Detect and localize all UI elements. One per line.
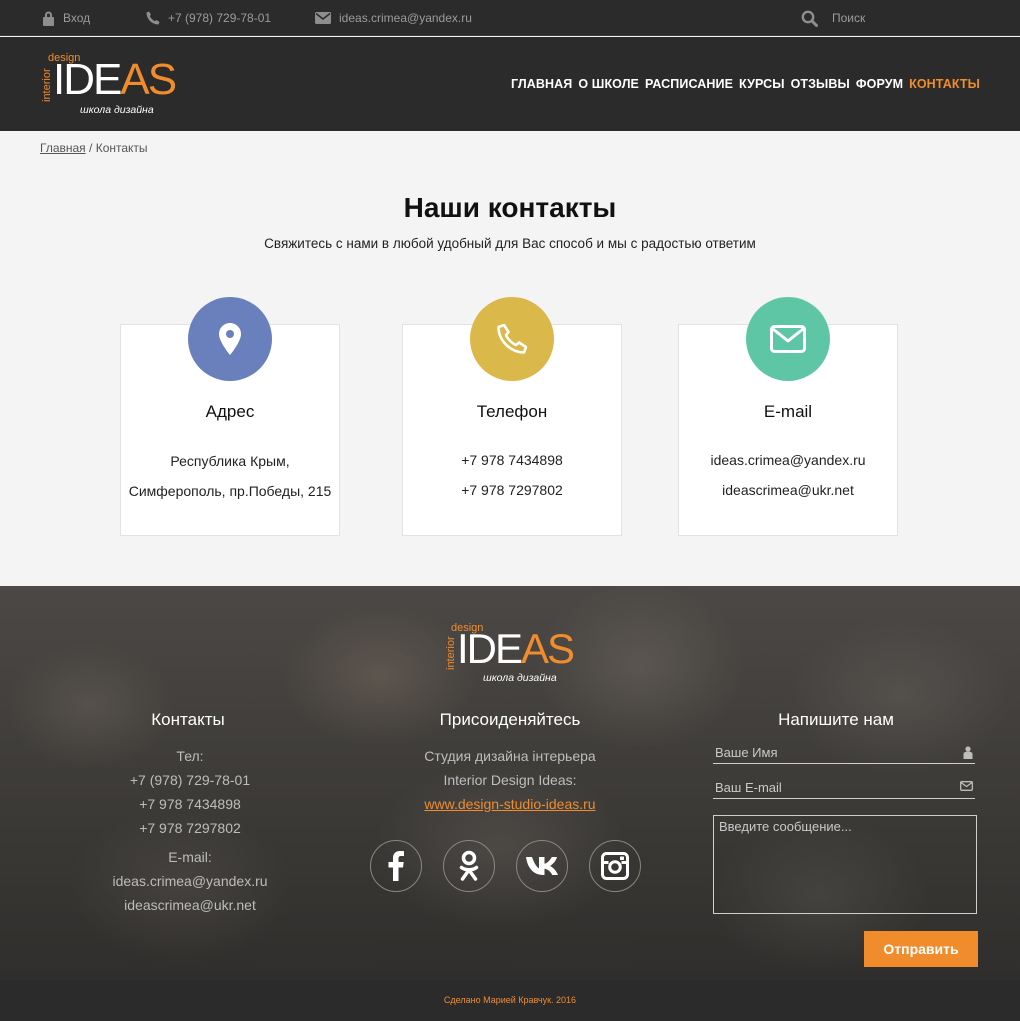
footer-join-line-2: Interior Design Ideas: <box>443 772 577 788</box>
copyright-bar: Сделано Марией Кравчук. 2016 <box>0 980 1020 1021</box>
vk-icon <box>526 857 558 875</box>
facebook-icon <box>388 851 404 881</box>
phone-line-2: +7 978 7297802 <box>461 482 563 498</box>
phone-line-1: +7 978 7434898 <box>461 452 563 468</box>
address-card-title: Адрес <box>205 402 255 421</box>
topbar-email-label: ideas.crimea@yandex.ru <box>339 11 472 25</box>
nav-item-1[interactable]: О ШКОЛЕ <box>578 77 639 91</box>
footer-form-title: Напишите нам <box>778 710 894 729</box>
name-field <box>713 742 975 764</box>
lock-icon <box>43 11 54 26</box>
page-title: Наши контакты <box>403 192 617 223</box>
message-textarea[interactable] <box>713 815 977 914</box>
breadcrumb-separator: / <box>89 141 93 155</box>
topbar-email[interactable]: ideas.crimea@yandex.ru <box>315 0 472 36</box>
odnoklassniki-button[interactable] <box>443 840 495 892</box>
envelope-icon <box>770 325 806 353</box>
nav-item-2[interactable]: РАСПИСАНИЕ <box>645 77 733 91</box>
breadcrumb-current: Контакты <box>95 141 148 155</box>
footer-logo-as: AS <box>521 625 575 672</box>
nav-item-3[interactable]: КУРСЫ <box>739 77 785 91</box>
logo-interior-text: interior <box>41 68 53 102</box>
site-logo[interactable]: design interior IDEAS школа дизайна <box>40 52 177 118</box>
email-line-2: ideascrimea@ukr.net <box>722 482 854 498</box>
footer-join-link-wrap: www.design-studio-ideas.ru <box>380 796 640 812</box>
main-nav: ГЛАВНАЯ О ШКОЛЕ РАСПИСАНИЕ КУРСЫ ОТЗЫВЫ ФОРУМ… <box>505 77 980 91</box>
nav-item-5[interactable]: ФОРУМ <box>856 77 903 91</box>
search-icon <box>801 10 818 27</box>
odnoklassniki-icon <box>459 850 479 881</box>
footer-logo[interactable]: design interior IDEAS школа дизайна <box>445 622 580 688</box>
footer-contacts-title: Контакты <box>151 710 225 729</box>
address-icon-circle <box>188 297 272 381</box>
email-card-title: E-mail <box>763 402 813 421</box>
logo-as: AS <box>120 55 177 104</box>
email-line-1: ideas.crimea@yandex.ru <box>710 452 866 468</box>
footer-site-link[interactable]: www.design-studio-ideas.ru <box>424 796 595 812</box>
footer-email-label: E-mail: <box>168 849 212 865</box>
phone-icon <box>497 324 527 354</box>
footer-email-2: ideascrimea@ukr.net <box>124 897 256 913</box>
address-line-2: Симферополь, пр.Победы, 215 <box>128 483 332 499</box>
envelope-icon <box>960 781 973 791</box>
logo-ide: IDE <box>53 55 122 104</box>
search-label: Поиск <box>832 11 866 25</box>
topbar-phone-label: +7 (978) 729-78-01 <box>168 11 272 25</box>
phone-card-title: Телефон <box>476 402 548 421</box>
login-label: Вход <box>63 11 91 25</box>
breadcrumb-home[interactable]: Главная <box>40 141 86 155</box>
copyright-text: Сделано Марией Кравчук. 2016 <box>443 995 577 1005</box>
page-subtitle: Свяжитесь с нами в любой удобный для Вас… <box>264 236 756 251</box>
address-line-1: Республика Крым, <box>170 453 290 469</box>
nav-item-4[interactable]: ОТЗЫВЫ <box>791 77 850 91</box>
site-header: design interior IDEAS школа дизайна ГЛАВ… <box>0 37 1020 131</box>
envelope-icon <box>315 12 331 24</box>
logo-wordmark: IDEAS <box>53 55 177 104</box>
send-button[interactable]: Отправить <box>864 931 978 967</box>
vk-button[interactable] <box>516 840 568 892</box>
breadcrumb: Главная / Контакты <box>40 141 148 155</box>
nav-item-6[interactable]: КОНТАКТЫ <box>909 77 980 91</box>
logo-school-text: школа дизайна <box>80 104 154 116</box>
search-button[interactable]: Поиск <box>801 0 865 36</box>
footer-join-title: Присоиденяйтесь <box>439 710 581 729</box>
footer-logo-interior-text: interior <box>445 636 457 670</box>
footer-logo-wordmark: IDEAS <box>457 625 575 672</box>
footer-phone-3: +7 978 7297802 <box>139 820 241 836</box>
topbar-phone[interactable]: +7 (978) 729-78-01 <box>146 0 271 36</box>
site-footer: design interior IDEAS школа дизайна Конт… <box>0 586 1020 980</box>
footer-logo-ide: IDE <box>457 625 523 672</box>
user-icon <box>963 746 973 759</box>
email-field <box>713 777 975 799</box>
footer-email-1: ideas.crimea@yandex.ru <box>112 873 268 889</box>
footer-phone-1: +7 (978) 729-78-01 <box>129 772 251 788</box>
map-pin-icon <box>219 323 241 355</box>
footer-tel-label: Тел: <box>176 748 204 764</box>
name-input[interactable] <box>713 742 975 763</box>
email-input[interactable] <box>713 777 975 798</box>
footer-join-line-1: Студия дизайна інтерьера <box>424 748 596 764</box>
nav-item-0[interactable]: ГЛАВНАЯ <box>511 77 572 91</box>
instagram-button[interactable] <box>589 840 641 892</box>
phone-icon <box>146 11 160 25</box>
login-link[interactable]: Вход <box>42 0 90 36</box>
email-icon-circle <box>746 297 830 381</box>
footer-phone-2: +7 978 7434898 <box>139 796 241 812</box>
instagram-icon <box>601 852 629 880</box>
top-bar: Вход +7 (978) 729-78-01 ideas.crimea@yan… <box>0 0 1020 36</box>
facebook-button[interactable] <box>370 840 422 892</box>
phone-icon-circle <box>470 297 554 381</box>
footer-logo-school-text: школа дизайна <box>483 672 557 684</box>
